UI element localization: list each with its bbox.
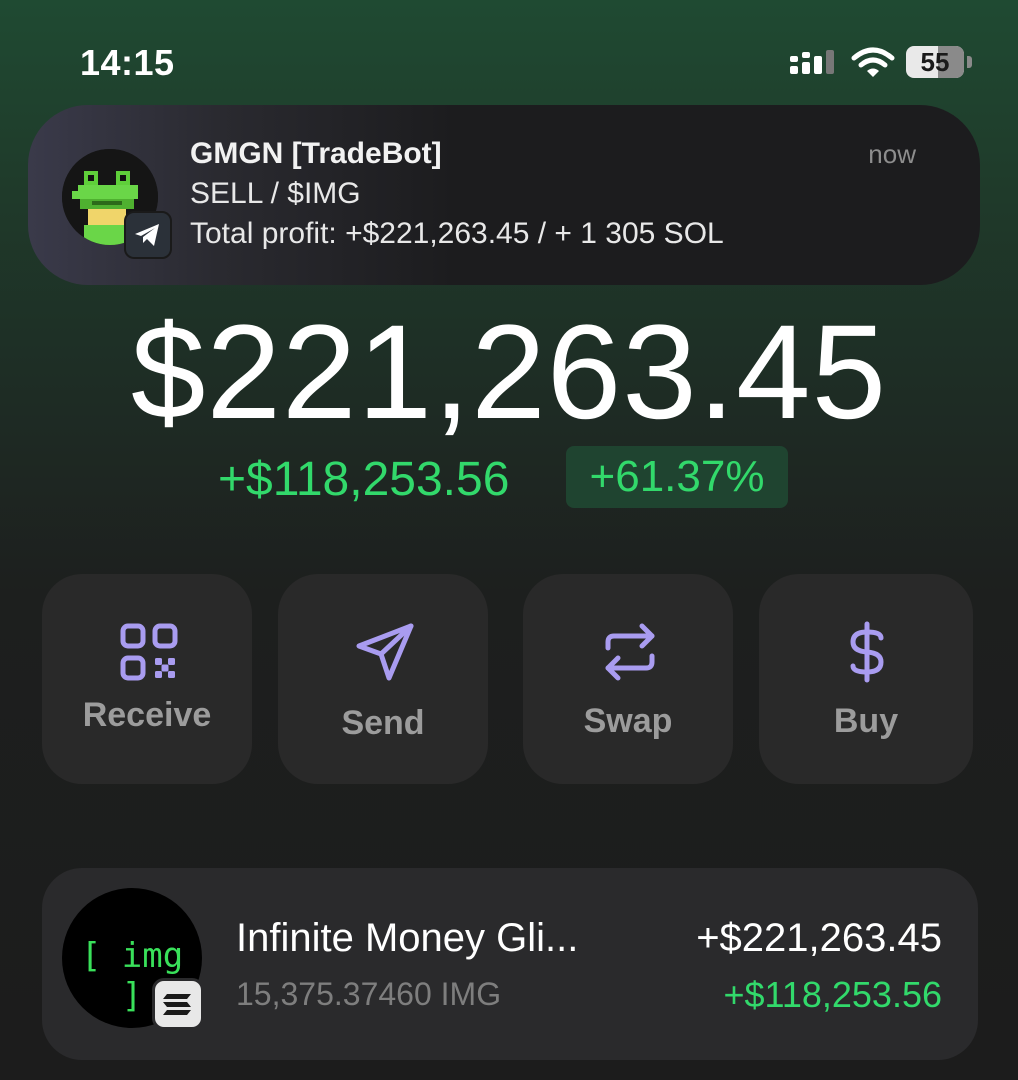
swap-label: Swap xyxy=(583,702,673,740)
cellular-signal-icon xyxy=(790,50,834,74)
battery-icon: 55 xyxy=(906,46,972,80)
dollar-icon xyxy=(850,621,884,683)
change-percent-badge: +61.37% xyxy=(566,446,788,508)
change-amount: +$118,253.56 xyxy=(218,453,510,506)
send-icon xyxy=(356,623,414,681)
send-button[interactable]: Send xyxy=(278,574,488,784)
token-row[interactable]: [ img ] Infinite Money Gli... 15,375.374… xyxy=(42,868,978,1060)
qr-code-icon xyxy=(120,623,178,681)
swap-button[interactable]: Swap xyxy=(523,574,733,784)
status-time: 14:15 xyxy=(80,42,175,83)
receive-button[interactable]: Receive xyxy=(42,574,252,784)
token-change: +$118,253.56 xyxy=(723,974,942,1015)
buy-label: Buy xyxy=(833,702,899,740)
notification-time: now xyxy=(868,139,916,169)
telegram-icon xyxy=(124,211,172,259)
wifi-icon xyxy=(851,47,895,77)
portfolio-change: +$118,253.56 +61.37% xyxy=(0,446,1018,510)
notification-line-2: Total profit: +$221,263.45 / + 1 305 SOL xyxy=(190,217,724,250)
token-value: +$221,263.45 xyxy=(696,916,942,960)
buy-button[interactable]: Buy xyxy=(759,574,973,784)
notification-line-1: SELL / $IMG xyxy=(190,177,361,210)
change-percent: +61.37% xyxy=(589,452,765,501)
solana-icon xyxy=(152,978,204,1030)
swap-icon xyxy=(605,623,655,681)
token-amount: 15,375.37460 IMG xyxy=(236,976,502,1012)
portfolio-balance: $221,263.45 xyxy=(130,298,888,447)
send-label: Send xyxy=(341,704,425,742)
notification-app-name: GMGN [TradeBot] xyxy=(190,137,442,170)
status-bar: 14:15 55 xyxy=(0,0,1018,100)
receive-label: Receive xyxy=(82,696,212,734)
token-name: Infinite Money Gli... xyxy=(236,916,579,960)
battery-level: 55 xyxy=(920,47,950,77)
notification-banner[interactable]: GMGN [TradeBot] now SELL / $IMG Total pr… xyxy=(28,105,980,285)
